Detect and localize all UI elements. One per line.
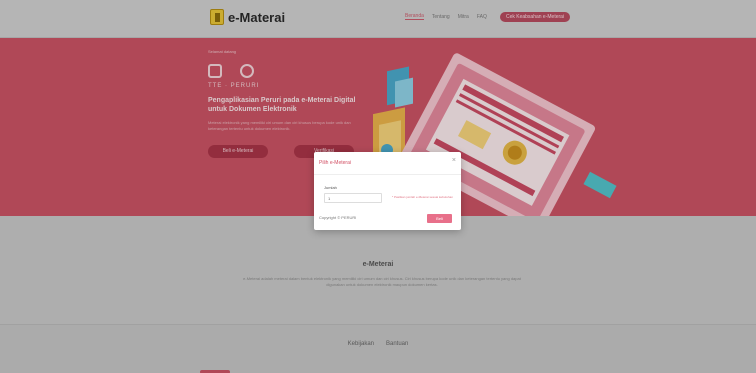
- modal-header: Pilih e-Meterai ×: [314, 152, 461, 175]
- buy-submit-button[interactable]: Beli: [427, 214, 452, 223]
- quantity-help-text: * Pastikan jumlah e-Meterai sesuai kebut…: [391, 195, 453, 199]
- close-icon[interactable]: ×: [452, 157, 456, 164]
- modal-title: Pilih e-Meterai: [319, 160, 351, 166]
- quantity-label: Jumlah: [324, 185, 337, 190]
- modal-copyright: Copyright © PERURI: [319, 215, 357, 220]
